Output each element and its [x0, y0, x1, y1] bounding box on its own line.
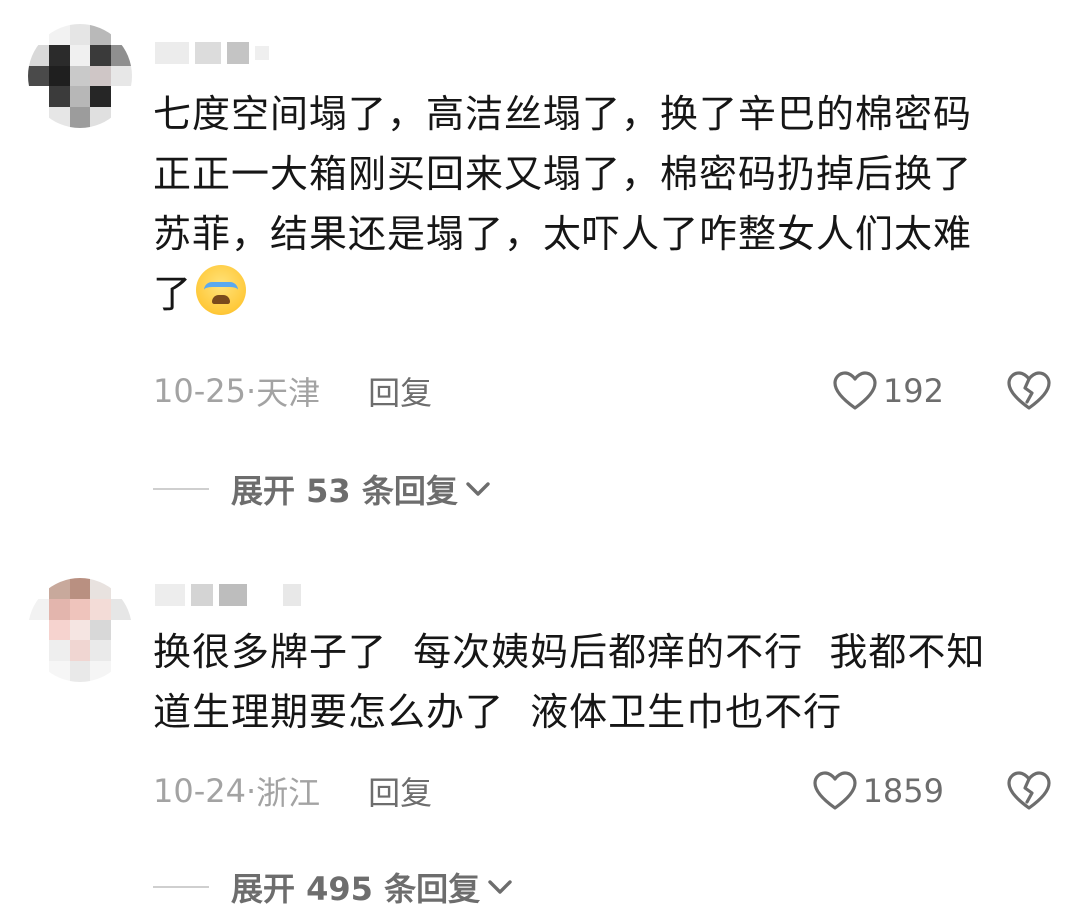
comment-meta: 10-24 · 浙江 回复 1859 — [153, 766, 1052, 816]
comment-date: 10-24 — [153, 772, 246, 810]
comment-meta: 10-25 · 天津 回复 192 — [153, 366, 1052, 416]
comment-location: 天津 — [256, 374, 321, 412]
comment-text: 换很多牌子了 每次姨妈后都痒的不行 我都不知 道生理期要怎么办了 液体卫生巾也不… — [153, 622, 1053, 742]
broken-heart-icon — [1007, 371, 1051, 410]
chevron-down-icon — [486, 877, 514, 897]
comment-text-line: 正正一大箱刚买回来又塌了，棉密码扔掉后换了 — [153, 152, 973, 196]
username-redacted[interactable] — [155, 38, 269, 68]
separator: · — [245, 372, 257, 410]
dislike-button[interactable] — [1006, 371, 1052, 411]
like-button[interactable]: 1859 — [812, 771, 944, 811]
heart-icon — [833, 371, 877, 410]
comment-text-tail: 了 — [153, 272, 193, 316]
divider — [153, 488, 209, 490]
comment-location: 浙江 — [256, 774, 321, 812]
chevron-down-icon — [464, 479, 492, 499]
date-location: 10-25 · 天津 — [153, 368, 320, 414]
separator: · — [245, 772, 257, 810]
comment-date: 10-25 — [153, 372, 246, 410]
expand-replies-button[interactable]: 展开 53 条回复 — [153, 464, 492, 514]
date-location: 10-24 · 浙江 — [153, 768, 320, 814]
loudly-crying-face-icon — [196, 265, 247, 315]
comment-item: 换很多牌子了 每次姨妈后都痒的不行 我都不知 道生理期要怎么办了 液体卫生巾也不… — [0, 560, 1080, 921]
like-count: 1859 — [862, 772, 944, 810]
comment-text-line: 七度空间塌了，高洁丝塌了，换了辛巴的棉密码 — [153, 92, 973, 136]
heart-icon — [812, 771, 857, 810]
broken-heart-icon — [1007, 771, 1051, 810]
avatar[interactable] — [28, 578, 132, 682]
comment-text-line: 道生理期要怎么办了 液体卫生巾也不行 — [153, 690, 843, 734]
like-button[interactable]: 192 — [833, 371, 944, 411]
comment-item: 七度空间塌了，高洁丝塌了，换了辛巴的棉密码 正正一大箱刚买回来又塌了，棉密码扔掉… — [0, 0, 1080, 520]
comment-text-line: 苏菲，结果还是塌了，太吓人了咋整女人们太难 — [153, 212, 973, 256]
like-count: 192 — [882, 372, 944, 410]
expand-replies-button[interactable]: 展开 495 条回复 — [153, 862, 514, 912]
expand-replies-label: 展开 495 条回复 — [231, 870, 481, 908]
username-redacted[interactable] — [155, 580, 301, 610]
comment-text-line: 了 — [153, 264, 1053, 324]
dislike-button[interactable] — [1006, 771, 1052, 811]
comment-text: 七度空间塌了，高洁丝塌了，换了辛巴的棉密码 正正一大箱刚买回来又塌了，棉密码扔掉… — [153, 84, 1053, 324]
reply-button[interactable]: 回复 — [368, 368, 432, 414]
expand-replies-label: 展开 53 条回复 — [231, 472, 458, 510]
divider — [153, 886, 209, 888]
avatar[interactable] — [28, 24, 132, 128]
comment-text-line: 换很多牌子了 每次姨妈后都痒的不行 我都不知 — [153, 630, 986, 674]
reply-button[interactable]: 回复 — [368, 768, 432, 814]
